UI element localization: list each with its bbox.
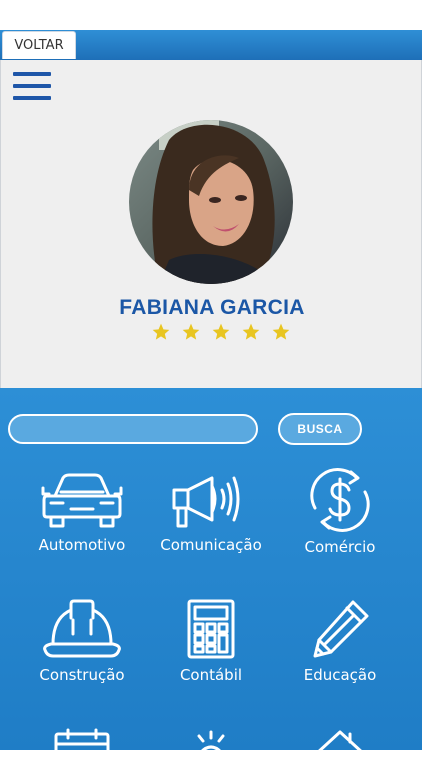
pencil-icon <box>313 600 369 658</box>
hamburger-menu-icon[interactable] <box>13 72 51 104</box>
rating-stars <box>151 322 291 344</box>
star-icon <box>152 323 170 340</box>
back-button[interactable]: VOLTAR <box>2 31 76 59</box>
category-label: Comércio <box>304 538 376 556</box>
calculator-icon <box>187 599 235 659</box>
category-home[interactable] <box>270 726 410 756</box>
house-icon <box>314 730 366 756</box>
star-icon <box>212 323 230 340</box>
category-educacao[interactable]: Educação <box>270 598 410 684</box>
light-icon <box>197 730 225 754</box>
avatar <box>129 120 293 284</box>
category-comunicacao[interactable]: Comunicação <box>141 472 281 554</box>
category-label: Comunicação <box>160 536 262 554</box>
car-icon <box>41 473 123 528</box>
profile-name: FABIANA GARCIA <box>119 296 305 319</box>
star-icon <box>242 323 260 340</box>
profile-panel: FABIANA GARCIA <box>0 60 422 388</box>
star-icon <box>182 323 200 340</box>
category-contabil[interactable]: Contábil <box>141 598 281 684</box>
category-light[interactable] <box>141 728 281 758</box>
megaphone-icon <box>172 476 240 528</box>
category-calendar[interactable] <box>12 728 152 758</box>
category-label: Educação <box>303 666 377 684</box>
calendar-icon <box>54 728 110 758</box>
category-label: Automotivo <box>38 536 126 554</box>
category-automotivo[interactable]: Automotivo <box>12 472 152 554</box>
category-label: Construção <box>39 666 125 684</box>
category-construcao[interactable]: Construção <box>12 598 152 684</box>
categories-panel: BUSCA Automotivo Comunicação Comércio Co… <box>0 388 422 758</box>
hard-hat-icon <box>43 599 121 658</box>
category-comercio[interactable]: Comércio <box>270 468 410 556</box>
dollar-cycle-icon <box>310 468 370 532</box>
star-icon <box>272 323 290 340</box>
category-label: Contábil <box>179 666 243 684</box>
